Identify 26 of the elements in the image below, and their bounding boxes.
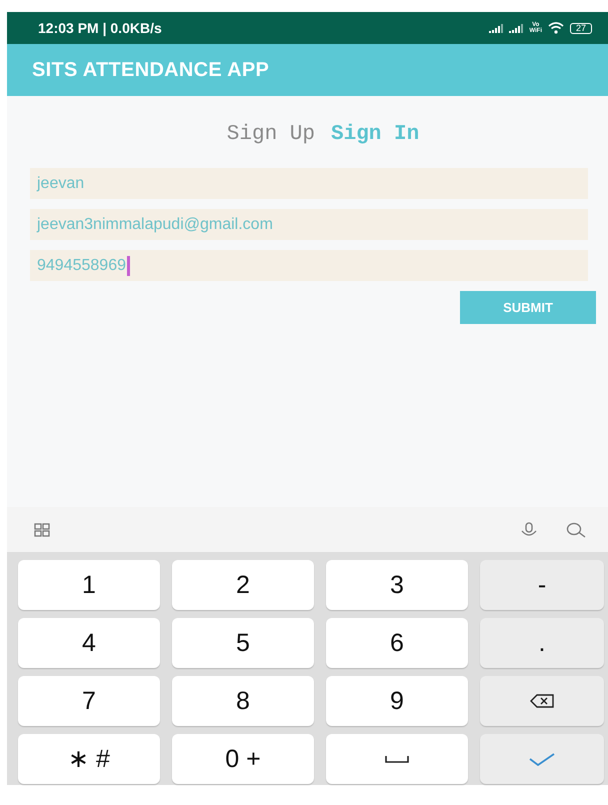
battery-level: 27 — [570, 22, 592, 34]
apps-grid-icon[interactable] — [34, 522, 50, 536]
backspace-icon — [530, 694, 554, 708]
signal-icon — [489, 24, 504, 32]
key[interactable]: 7 — [18, 676, 160, 726]
key[interactable]: 8 — [172, 676, 314, 726]
key[interactable]: ∗ # — [18, 734, 160, 784]
key[interactable]: 9 — [326, 676, 468, 726]
key[interactable]: 1 — [18, 560, 160, 610]
space-icon — [385, 755, 409, 763]
key[interactable]: 4 — [18, 618, 160, 668]
wifi-icon — [548, 22, 564, 34]
key[interactable]: 2 — [172, 560, 314, 610]
app-title: SITS ATTENDANCE APP — [32, 58, 270, 82]
key[interactable]: 6 — [326, 618, 468, 668]
backspace-key[interactable] — [480, 676, 604, 726]
key[interactable]: - — [480, 560, 604, 610]
search-icon[interactable] — [566, 522, 586, 538]
microphone-icon[interactable] — [520, 522, 538, 538]
signal-icon — [509, 24, 524, 32]
key[interactable]: . — [480, 618, 604, 668]
key[interactable]: 5 — [172, 618, 314, 668]
checkmark-icon — [529, 752, 555, 766]
key[interactable]: 3 — [326, 560, 468, 610]
key[interactable]: 0 + — [172, 734, 314, 784]
status-time: 12:03 PM | 0.0KB/s — [38, 20, 162, 36]
